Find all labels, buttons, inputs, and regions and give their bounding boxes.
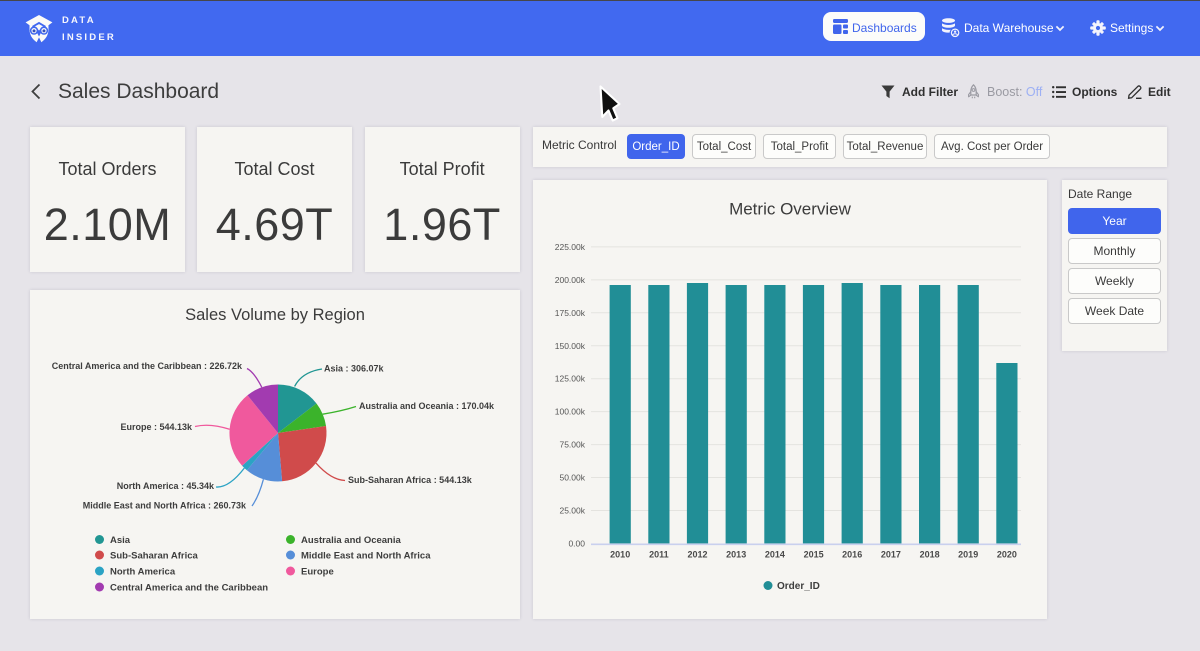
svg-text:0.00: 0.00 bbox=[568, 538, 585, 548]
svg-text:100.00k: 100.00k bbox=[555, 407, 586, 417]
svg-text:225.00k: 225.00k bbox=[555, 242, 586, 252]
svg-text:Middle East and North Africa: Middle East and North Africa bbox=[301, 551, 431, 562]
svg-text:Asia: Asia bbox=[110, 535, 131, 546]
svg-text:Middle East and North Africa :: Middle East and North Africa : 260.73k bbox=[83, 501, 247, 511]
svg-text:2011: 2011 bbox=[649, 550, 669, 560]
svg-text:Australia and Oceania : 170.04: Australia and Oceania : 170.04k bbox=[359, 401, 495, 411]
svg-text:2018: 2018 bbox=[920, 550, 940, 560]
svg-text:2014: 2014 bbox=[765, 550, 785, 560]
svg-text:Order_ID: Order_ID bbox=[777, 581, 820, 592]
svg-text:Australia and Oceania: Australia and Oceania bbox=[301, 535, 402, 546]
svg-text:2015: 2015 bbox=[804, 550, 824, 560]
svg-text:Europe : 544.13k: Europe : 544.13k bbox=[120, 422, 193, 432]
svg-text:125.00k: 125.00k bbox=[555, 374, 586, 384]
svg-text:25.00k: 25.00k bbox=[559, 506, 585, 516]
svg-text:North America : 45.34k: North America : 45.34k bbox=[117, 481, 215, 491]
svg-text:Sub-Saharan Africa: Sub-Saharan Africa bbox=[110, 551, 199, 562]
svg-text:Sub-Saharan Africa : 544.13k: Sub-Saharan Africa : 544.13k bbox=[348, 475, 473, 485]
svg-text:2010: 2010 bbox=[610, 550, 630, 560]
svg-text:Sales Volume by Region: Sales Volume by Region bbox=[185, 306, 365, 324]
svg-text:Central America and the Caribb: Central America and the Caribbean : 226.… bbox=[52, 361, 243, 371]
svg-text:2013: 2013 bbox=[726, 550, 746, 560]
svg-text:North America: North America bbox=[110, 567, 176, 578]
svg-text:175.00k: 175.00k bbox=[555, 308, 586, 318]
svg-text:2020: 2020 bbox=[997, 550, 1017, 560]
svg-text:Asia : 306.07k: Asia : 306.07k bbox=[324, 364, 385, 374]
svg-text:Central America and the Caribb: Central America and the Caribbean bbox=[110, 583, 268, 594]
svg-text:2016: 2016 bbox=[842, 550, 862, 560]
svg-text:200.00k: 200.00k bbox=[555, 275, 586, 285]
svg-text:75.00k: 75.00k bbox=[559, 440, 585, 450]
svg-text:Metric Overview: Metric Overview bbox=[729, 200, 852, 219]
svg-text:2019: 2019 bbox=[958, 550, 978, 560]
svg-text:150.00k: 150.00k bbox=[555, 341, 586, 351]
svg-text:Europe: Europe bbox=[301, 567, 334, 578]
svg-text:2012: 2012 bbox=[687, 550, 707, 560]
svg-text:50.00k: 50.00k bbox=[559, 473, 585, 483]
svg-text:2017: 2017 bbox=[881, 550, 901, 560]
